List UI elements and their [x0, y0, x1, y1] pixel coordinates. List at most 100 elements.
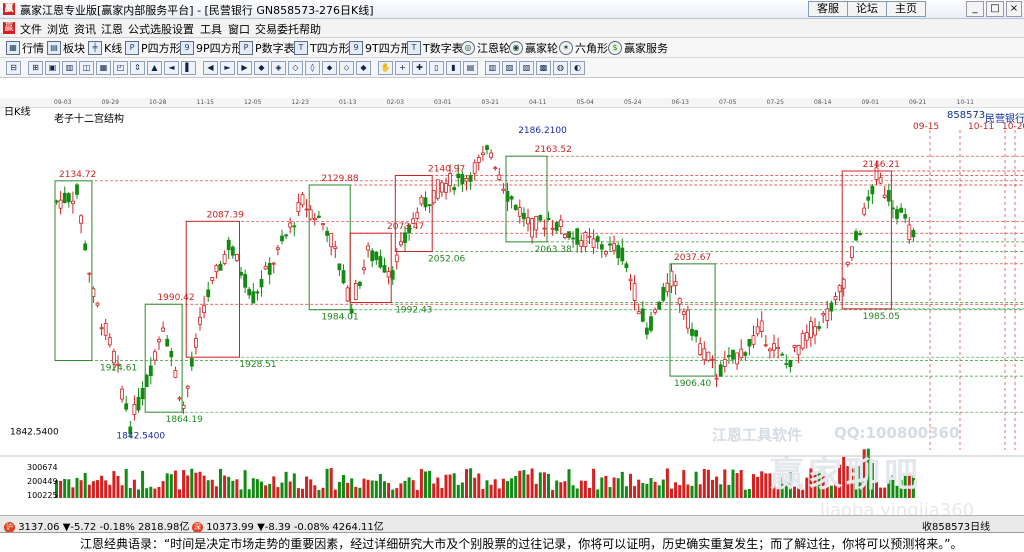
toolbar-winner-wheel[interactable]: ◉ 赢家轮 [509, 40, 558, 56]
draw-tool-icon[interactable]: ◫ [79, 61, 94, 75]
toolbar-gann-wheel[interactable]: ◎ 江恩轮 [461, 40, 510, 56]
grid-icon: ▦ [6, 41, 20, 55]
draw-tool-icon[interactable]: ⊞ [28, 61, 43, 75]
volume-bar [383, 481, 386, 498]
toolbar-hexagon[interactable]: ✶ 六角形 [559, 40, 608, 56]
draw-tool-icon[interactable]: ▶ [237, 61, 252, 75]
volume-bar [432, 483, 436, 498]
candle-body [714, 377, 719, 380]
volume-bar [583, 480, 587, 498]
toolbar-quotes[interactable]: ▦ 行情 [6, 40, 44, 56]
draw-tool-icon[interactable]: ✋ [378, 61, 393, 75]
volume-bar [571, 485, 575, 498]
link-home[interactable]: 主页 [886, 1, 926, 17]
candle-body [337, 263, 342, 271]
volume-bar [268, 483, 272, 498]
draw-tool-icon[interactable]: ✚ [412, 61, 427, 75]
draw-tool-icon[interactable]: ◈ [271, 61, 286, 75]
link-service[interactable]: 客服 [808, 1, 848, 17]
menu-settings[interactable]: 设置 [172, 21, 194, 37]
volume-bar [419, 469, 423, 498]
volume-bar [104, 480, 108, 498]
draw-tool-icon[interactable]: ◀ [203, 61, 218, 75]
toolbar-t-table[interactable]: T T数字表 [407, 40, 463, 56]
draw-tool-icon[interactable]: ▧ [519, 61, 534, 75]
volume-bar [153, 488, 157, 498]
draw-tool-icon[interactable]: ▥ [485, 61, 500, 75]
draw-tool-icon[interactable]: ► [220, 61, 235, 75]
toolbar-p-table[interactable]: P P数字表 [239, 40, 295, 56]
minimize-button[interactable]: _ [966, 1, 984, 17]
draw-tool-icon[interactable]: ⬥ [322, 61, 337, 75]
draw-tool-icon[interactable]: ▮ [446, 61, 461, 75]
candle-body [493, 167, 498, 170]
draw-tool-icon[interactable]: ▲ [147, 61, 162, 75]
maximize-button[interactable]: □ [986, 1, 1004, 17]
price-label: 2140.97 [428, 164, 465, 174]
draw-tool-icon[interactable]: ◊ [305, 61, 320, 75]
draw-tool-icon[interactable]: ◍ [553, 61, 568, 75]
menu-help[interactable]: 帮助 [299, 21, 321, 37]
candle-body [735, 352, 739, 365]
draw-tool-icon[interactable]: ▥ [62, 61, 77, 75]
toolbar-9p-square[interactable]: 9 9P四方形 [180, 40, 243, 56]
candle-body [513, 204, 518, 210]
draw-tool-icon[interactable]: ◐ [570, 61, 585, 75]
title-bar: 赢 赢家江恩专业版[赢家内部服务平台] - [民营银行 GN858573-276… [0, 0, 1024, 19]
toolbar-t-square[interactable]: T T四方形 [294, 40, 350, 56]
volume-bar [67, 479, 71, 498]
hexagon-icon: ✶ [559, 41, 573, 55]
draw-tool-icon[interactable]: ▣ [45, 61, 60, 75]
draw-tool-icon[interactable]: ◇ [288, 61, 303, 75]
candle-body [845, 261, 850, 265]
volume-bar [588, 487, 591, 498]
close-button[interactable]: × [1006, 1, 1022, 17]
volume-bar [75, 477, 79, 498]
draw-tool-icon[interactable]: ▤ [463, 61, 478, 75]
toolbar-sectors[interactable]: ▤ 板块 [47, 40, 85, 56]
volume-bar [538, 472, 542, 498]
volume-bar [469, 468, 473, 498]
draw-tool-icon[interactable]: ◰ [113, 61, 128, 75]
candle-body [895, 209, 899, 219]
candle-body [743, 352, 748, 356]
draw-tool-icon[interactable]: ▨ [502, 61, 517, 75]
draw-tool-icon[interactable]: ▯ [429, 61, 444, 75]
menu-browse[interactable]: 浏览 [47, 21, 69, 37]
draw-tool-icon[interactable]: ◄ [164, 61, 179, 75]
toolbar-p-square[interactable]: P P四方形 [125, 40, 181, 56]
menu-tools[interactable]: 工具 [200, 21, 222, 37]
menu-info[interactable]: 资讯 [74, 21, 96, 37]
volume-bar [325, 468, 329, 498]
volume-bar [575, 488, 579, 498]
draw-tool-icon[interactable]: + [395, 61, 410, 75]
draw-tool-icon[interactable]: ▦ [96, 61, 111, 75]
price-label: 1928.51 [239, 360, 276, 370]
volume-bar [747, 488, 751, 498]
draw-tool-icon[interactable]: ⇕ [130, 61, 145, 75]
draw-tool-icon[interactable]: ▌ [181, 61, 196, 75]
candle-body [427, 204, 432, 206]
candle-body [497, 174, 502, 180]
draw-tool-icon[interactable]: ◆ [356, 61, 371, 75]
draw-tool-icon[interactable]: ◆ [254, 61, 269, 75]
toolbar-kline[interactable]: ╪ K线 [88, 40, 122, 56]
draw-tool-icon[interactable]: ⬦ [339, 61, 354, 75]
volume-bar [612, 477, 616, 498]
status-index2[interactable]: 深 10373.99 ▼-8.39 -0.08% 4264.11亿 [192, 518, 384, 533]
draw-tool-icon[interactable]: ⊟ [6, 61, 21, 75]
candle-body [103, 323, 108, 336]
menu-formula[interactable]: 公式选股 [128, 21, 172, 37]
menu-trade[interactable]: 交易委托 [255, 21, 299, 37]
toolbar-service[interactable]: $ 赢家服务 [608, 40, 668, 56]
volume-bar [456, 484, 460, 498]
menu-file[interactable]: 文件 [20, 21, 42, 37]
menu-window[interactable]: 窗口 [228, 21, 250, 37]
toolbar-9t-square[interactable]: 9 9T四方形 [349, 40, 412, 56]
status-index1[interactable]: 沪 3137.06 ▼-5.72 -0.18% 2818.98亿 [4, 518, 189, 533]
volume-bar [342, 475, 345, 498]
menu-gann[interactable]: 江恩 [101, 21, 123, 37]
draw-tool-icon[interactable]: ▩ [536, 61, 551, 75]
volume-bar [284, 471, 288, 498]
link-forum[interactable]: 论坛 [847, 1, 887, 17]
